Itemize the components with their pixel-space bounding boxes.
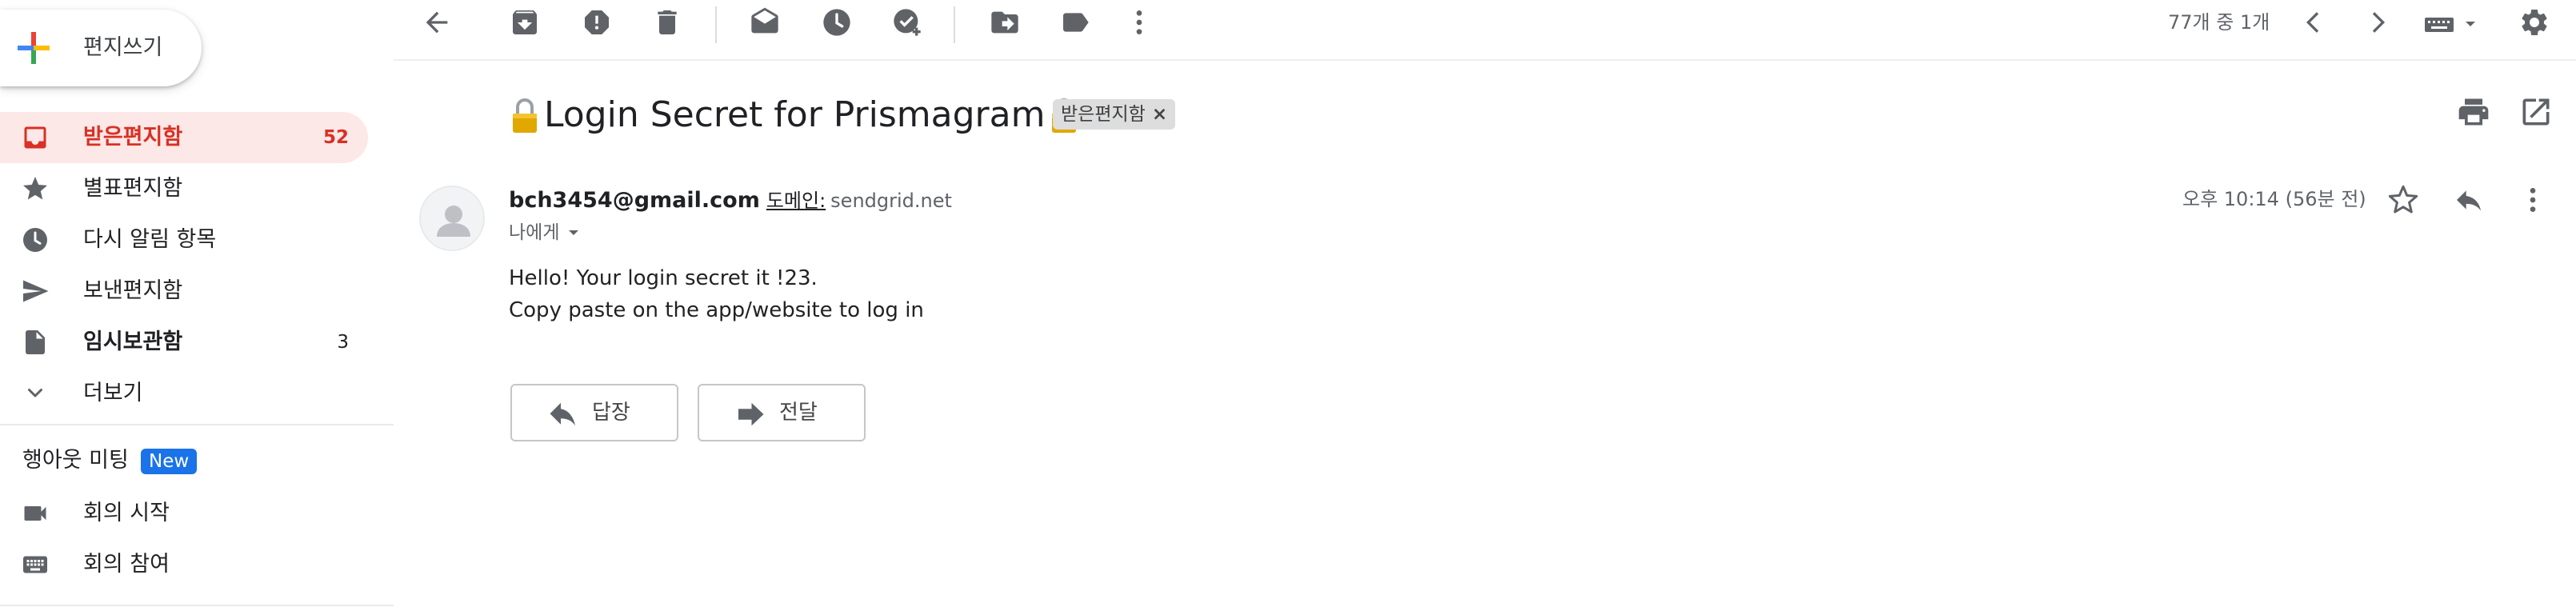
email-timestamp: 오후 10:14 (56분 전) [2182,188,2366,210]
toolbar-divider [394,59,2576,61]
domain-value: sendgrid.net [830,190,952,212]
print-icon[interactable] [2456,94,2491,130]
sidebar-item-label: 임시보관함 [83,329,183,354]
reply-icon [549,401,578,427]
video-camera-icon [21,499,50,528]
sidebar-item-label: 보낸편지함 [83,278,183,303]
send-icon [21,277,50,306]
sidebar-item-label: 회의 참여 [83,552,170,577]
sidebar: 편지쓰기 받은편지함 52 별표편지함 다시 알림 항목 보낸편지함 임시보관함 [0,0,394,611]
chevron-down-icon [21,379,50,408]
sidebar-item-drafts[interactable]: 임시보관함 3 [0,317,368,368]
archive-icon[interactable] [509,6,541,38]
keyboard-icon [2424,13,2454,35]
label-icon[interactable] [1059,6,1091,38]
move-to-icon[interactable] [989,6,1021,38]
caret-down-icon [566,225,582,241]
settings-gear-icon[interactable] [2518,6,2550,38]
star-icon [21,174,50,203]
sidebar-item-label: 받은편지함 [83,125,183,150]
toolbar-separator [954,6,955,43]
compose-label: 편지쓰기 [83,35,163,60]
input-tools-button[interactable] [2424,10,2488,38]
email-body-line: Copy paste on the app/website to log in [509,298,924,322]
page-count: 77개 중 1개 [2168,11,2270,34]
sidebar-item-label: 다시 알림 항목 [83,227,217,252]
more-vert-icon[interactable] [2517,184,2549,216]
sidebar-item-label: 별표편지함 [83,176,183,201]
recipient-details-toggle[interactable]: 나에게 [509,219,582,246]
add-to-tasks-icon[interactable] [891,6,923,38]
open-in-new-window-icon[interactable] [2518,94,2554,130]
star-icon[interactable] [2387,184,2419,216]
sender-avatar[interactable] [419,186,485,251]
sidebar-item-join-meeting[interactable]: 회의 참여 [0,539,368,590]
email-subject-text: Login Secret for Prismagram [544,94,1046,135]
sidebar-item-label: 더보기 [83,381,143,405]
reply-icon[interactable] [2453,184,2485,216]
inbox-icon [21,123,50,152]
email-body-line: Hello! Your login secret it !23. [509,266,818,290]
recipient-text: 나에게 [509,222,560,243]
forward-button[interactable]: 전달 [698,384,866,441]
reply-button[interactable]: 답장 [510,384,678,441]
sidebar-item-more[interactable]: 더보기 [0,368,368,419]
compose-button[interactable]: 편지쓰기 [0,10,202,86]
new-badge: New [141,449,198,474]
snooze-icon[interactable] [821,6,853,38]
domain-label[interactable]: 도메인: [766,190,826,212]
clock-icon [21,226,50,254]
draft-count: 3 [337,332,349,353]
chevron-left-icon[interactable] [2298,6,2330,38]
sidebar-item-starred[interactable]: 별표편지함 [0,163,368,214]
sidebar-item-inbox[interactable]: 받은편지함 52 [0,112,368,163]
toolbar-separator [715,6,717,43]
keyboard-icon [21,550,50,579]
meet-section-title: 행아웃 미팅 [22,448,129,473]
report-spam-icon[interactable] [581,6,613,38]
back-arrow-icon[interactable] [421,6,453,38]
sidebar-item-label: 회의 시작 [83,501,170,525]
mark-unread-icon[interactable] [749,6,781,38]
sender-email[interactable]: bch3454@gmail.com [509,188,760,213]
sidebar-item-snoozed[interactable]: 다시 알림 항목 [0,214,368,266]
trash-icon[interactable] [651,6,683,38]
sidebar-divider [0,605,394,606]
chevron-right-icon[interactable] [2362,6,2394,38]
reply-button-label: 답장 [592,401,630,425]
lock-icon [509,96,541,134]
draft-icon [21,328,50,357]
plus-icon [18,32,50,64]
more-vert-icon[interactable] [1123,6,1155,38]
forward-arrow-icon [736,401,765,427]
sidebar-item-sent[interactable]: 보낸편지함 [0,266,368,317]
label-chip-text: 받은편지함 [1061,104,1146,125]
inbox-label-chip[interactable]: 받은편지함 × [1053,99,1176,130]
remove-label-button[interactable]: × [1152,104,1167,125]
sender-line: bch3454@gmail.com 도메인: sendgrid.net [509,186,952,216]
unread-count: 52 [322,127,349,148]
sidebar-divider [0,424,394,425]
forward-button-label: 전달 [779,401,818,425]
email-subject: Login Secret for Prismagram [509,90,1080,141]
email-body: Hello! Your login secret it !23. Copy pa… [509,262,924,326]
caret-down-icon [2462,16,2478,32]
sidebar-item-start-meeting[interactable]: 회의 시작 [0,488,368,539]
